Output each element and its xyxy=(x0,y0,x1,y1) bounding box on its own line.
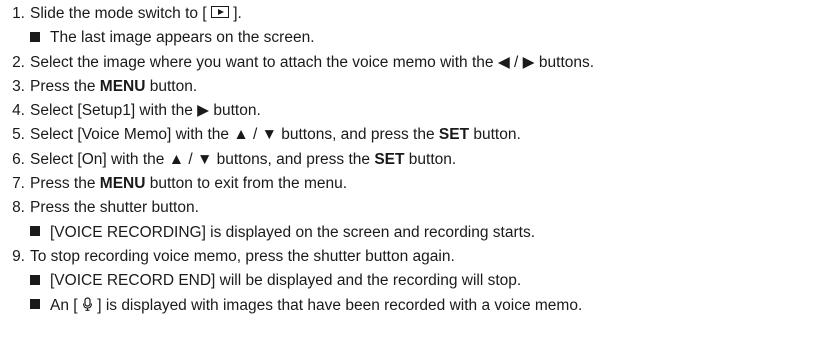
set-button-name: SET xyxy=(438,126,470,144)
square-bullet-icon xyxy=(30,31,40,42)
note-text-before: An [ xyxy=(50,296,78,314)
step-8-note: [VOICE RECORDING] is displayed on the sc… xyxy=(6,221,814,245)
step-text: Select the image where you want to attac… xyxy=(30,53,595,71)
step-text-after: button to exit from the menu. xyxy=(145,175,348,193)
note-text: [VOICE RECORD END] will be displayed and… xyxy=(50,272,522,290)
step-9-note-1: [VOICE RECORD END] will be displayed and… xyxy=(6,269,814,293)
square-bullet-icon xyxy=(30,298,40,309)
step-9-note-2: An [ ] is displayed with images that hav… xyxy=(6,294,814,318)
step-text: Press the shutter button. xyxy=(30,199,199,217)
note-text: [VOICE RECORDING] is displayed on the sc… xyxy=(50,223,536,241)
step-6: 6. Select [On] with the ▲ / ▼ buttons, an… xyxy=(6,148,814,172)
step-7: 7. Press the MENU button to exit from the… xyxy=(6,172,814,196)
step-number: 8. xyxy=(12,199,25,217)
step-number: 5. xyxy=(12,126,25,144)
step-text-after: button. xyxy=(469,126,521,144)
note-text: The last image appears on the screen. xyxy=(50,29,315,47)
step-text: To stop recording voice memo, press the … xyxy=(30,247,455,265)
step-text-before: Select [On] with the ▲ / ▼ buttons, and … xyxy=(30,150,375,168)
step-text: Select [Setup1] with the ▶ button. xyxy=(30,102,261,120)
step-4: 4. Select [Setup1] with the ▶ button. xyxy=(6,99,814,123)
step-text-before: Slide the mode switch to [ xyxy=(30,5,207,22)
step-text-before: Press the xyxy=(30,77,100,95)
voice-memo-icon xyxy=(82,297,92,311)
step-text-before: Select [Voice Memo] with the ▲ / ▼ butto… xyxy=(30,126,439,144)
step-8: 8. Press the shutter button. xyxy=(6,196,814,220)
step-text-before: Press the xyxy=(30,175,100,193)
step-1-note: The last image appears on the screen. xyxy=(6,26,814,50)
menu-button-name: MENU xyxy=(99,175,146,193)
step-9: 9. To stop recording voice memo, press th… xyxy=(6,245,814,269)
step-text-after: button. xyxy=(145,77,198,95)
note-text-after: ] is displayed with images that have bee… xyxy=(97,296,583,314)
step-number: 2. xyxy=(12,53,25,71)
step-text-after: button. xyxy=(404,150,457,168)
step-1: 1. Slide the mode switch to [ ]. xyxy=(6,2,814,26)
square-bullet-icon xyxy=(30,274,40,285)
step-3: 3. Press the MENU button. xyxy=(6,75,814,99)
instruction-list: 1. Slide the mode switch to [ ]. The last… xyxy=(0,0,814,346)
step-number: 3. xyxy=(12,77,25,95)
step-number: 7. xyxy=(12,175,25,193)
step-5: 5. Select [Voice Memo] with the ▲ / ▼ but… xyxy=(6,123,814,147)
step-text-after: ]. xyxy=(233,5,242,22)
step-number: 9. xyxy=(12,247,25,265)
playback-mode-icon xyxy=(210,6,229,19)
menu-button-name: MENU xyxy=(99,77,146,95)
step-number: 1. xyxy=(12,5,25,22)
square-bullet-icon xyxy=(30,226,40,237)
step-2: 2. Select the image where you want to att… xyxy=(6,51,814,75)
step-number: 4. xyxy=(12,102,25,120)
step-number: 6. xyxy=(12,150,25,168)
set-button-name: SET xyxy=(374,150,405,168)
